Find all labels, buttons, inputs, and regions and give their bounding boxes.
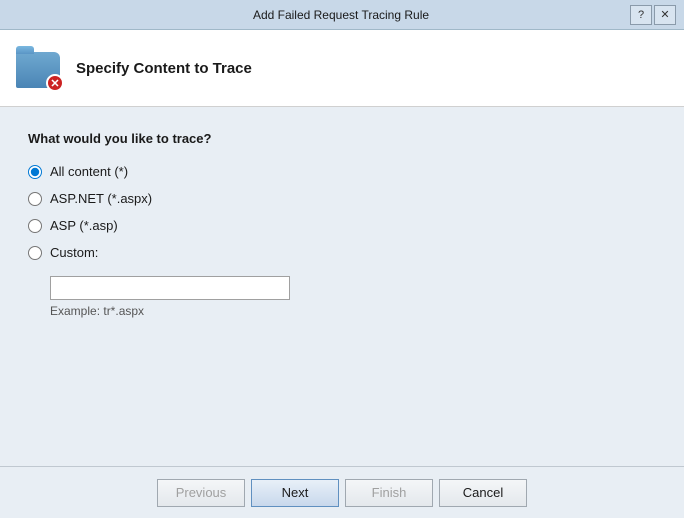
dialog-header-title: Specify Content to Trace	[76, 60, 252, 77]
radio-item-aspnet[interactable]: ASP.NET (*.aspx)	[28, 191, 656, 206]
custom-example: Example: tr*.aspx	[50, 304, 656, 318]
dialog-footer: Previous Next Finish Cancel	[0, 466, 684, 518]
next-button[interactable]: Next	[251, 479, 339, 507]
title-bar: Add Failed Request Tracing Rule ? ✕	[0, 0, 684, 30]
radio-group: All content (*) ASP.NET (*.aspx) ASP (*.…	[28, 164, 656, 318]
radio-aspnet-label: ASP.NET (*.aspx)	[50, 191, 152, 206]
radio-aspnet[interactable]	[28, 192, 42, 206]
header-icon: ✕	[16, 44, 64, 92]
radio-item-custom[interactable]: Custom:	[28, 245, 656, 260]
close-button[interactable]: ✕	[654, 5, 676, 25]
custom-section: Example: tr*.aspx	[50, 276, 656, 318]
radio-custom-label: Custom:	[50, 245, 98, 260]
radio-all-content[interactable]	[28, 165, 42, 179]
custom-input[interactable]	[50, 276, 290, 300]
title-bar-text: Add Failed Request Tracing Rule	[52, 8, 630, 22]
radio-asp[interactable]	[28, 219, 42, 233]
radio-item-asp[interactable]: ASP (*.asp)	[28, 218, 656, 233]
error-badge: ✕	[46, 74, 64, 92]
cancel-button[interactable]: Cancel	[439, 479, 527, 507]
dialog-header: ✕ Specify Content to Trace	[0, 30, 684, 107]
radio-custom[interactable]	[28, 246, 42, 260]
finish-button[interactable]: Finish	[345, 479, 433, 507]
radio-asp-label: ASP (*.asp)	[50, 218, 118, 233]
dialog-content: What would you like to trace? All conten…	[0, 107, 684, 466]
radio-all-label: All content (*)	[50, 164, 128, 179]
help-button[interactable]: ?	[630, 5, 652, 25]
radio-item-all[interactable]: All content (*)	[28, 164, 656, 179]
section-question: What would you like to trace?	[28, 131, 656, 146]
title-bar-buttons: ? ✕	[630, 5, 676, 25]
previous-button[interactable]: Previous	[157, 479, 245, 507]
